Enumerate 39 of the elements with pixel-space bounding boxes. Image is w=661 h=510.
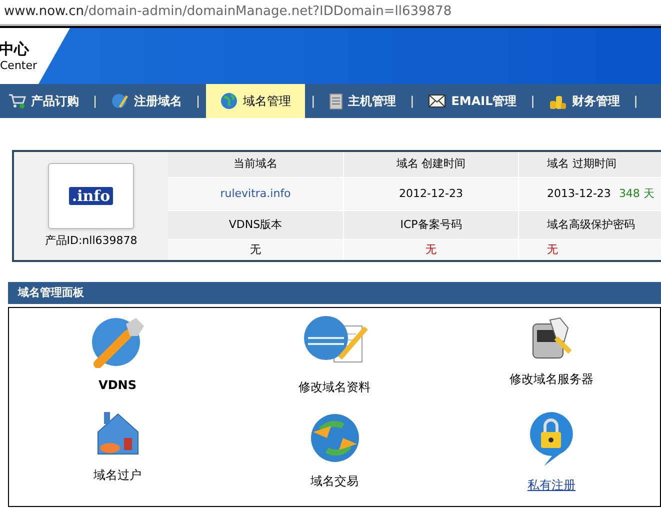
panel-item-label[interactable]: 域名交易 <box>310 472 358 490</box>
nav-separator: | <box>310 93 316 110</box>
table-value: 无 <box>547 242 558 258</box>
table-value: 无 <box>250 242 261 258</box>
days-remaining: 348 天 <box>618 186 654 202</box>
panel-item-label[interactable]: 修改域名服务器 <box>510 370 594 388</box>
column-label: VDNS版本 <box>228 216 282 233</box>
cart-icon <box>8 93 26 109</box>
nav-tab[interactable]: EMAIL管理 <box>420 84 525 118</box>
column-label: 域名 过期时间 <box>547 156 616 172</box>
nav-tab[interactable]: 注册域名 <box>103 84 190 118</box>
globe-pen-icon <box>111 93 130 109</box>
panel-item-label[interactable]: 域名过户 <box>94 466 142 484</box>
server-icon <box>329 92 344 110</box>
panel-link[interactable]: 私有注册 <box>528 476 576 494</box>
table-value: 无 <box>426 242 436 258</box>
table-value: 2013-12-23 <box>547 186 611 202</box>
product-id: 产品ID:nll639878 <box>44 232 138 249</box>
column-label: ICP备案号码 <box>400 216 462 233</box>
nav-separator: | <box>92 93 98 110</box>
column-label: 域名高级保护密码 <box>547 216 635 233</box>
nav-separator: | <box>632 93 639 110</box>
column-label: 域名 创建时间 <box>396 156 466 172</box>
globe-icon <box>220 92 238 110</box>
tld-logo: .info <box>68 186 114 205</box>
nav-separator: | <box>409 93 416 110</box>
column-label: 当前域名 <box>234 156 278 172</box>
nav-tab[interactable]: 产品订购 <box>0 84 87 118</box>
nav-separator: | <box>530 93 536 110</box>
envelope-icon <box>428 94 446 108</box>
panel-item-label[interactable]: VDNS <box>98 376 136 394</box>
header-subtitle: Center <box>0 59 38 73</box>
nav-separator: | <box>195 93 202 110</box>
nav-tab[interactable]: 主机管理 <box>321 84 404 118</box>
panel-title: 域名管理面板 <box>18 284 84 301</box>
nav-tab[interactable]: 域名管理 <box>206 84 306 118</box>
table-value: 2012-12-23 <box>399 186 463 202</box>
nav-tab[interactable]: 财务管理 <box>540 84 628 118</box>
panel-item-label[interactable]: 修改域名资料 <box>298 378 370 396</box>
